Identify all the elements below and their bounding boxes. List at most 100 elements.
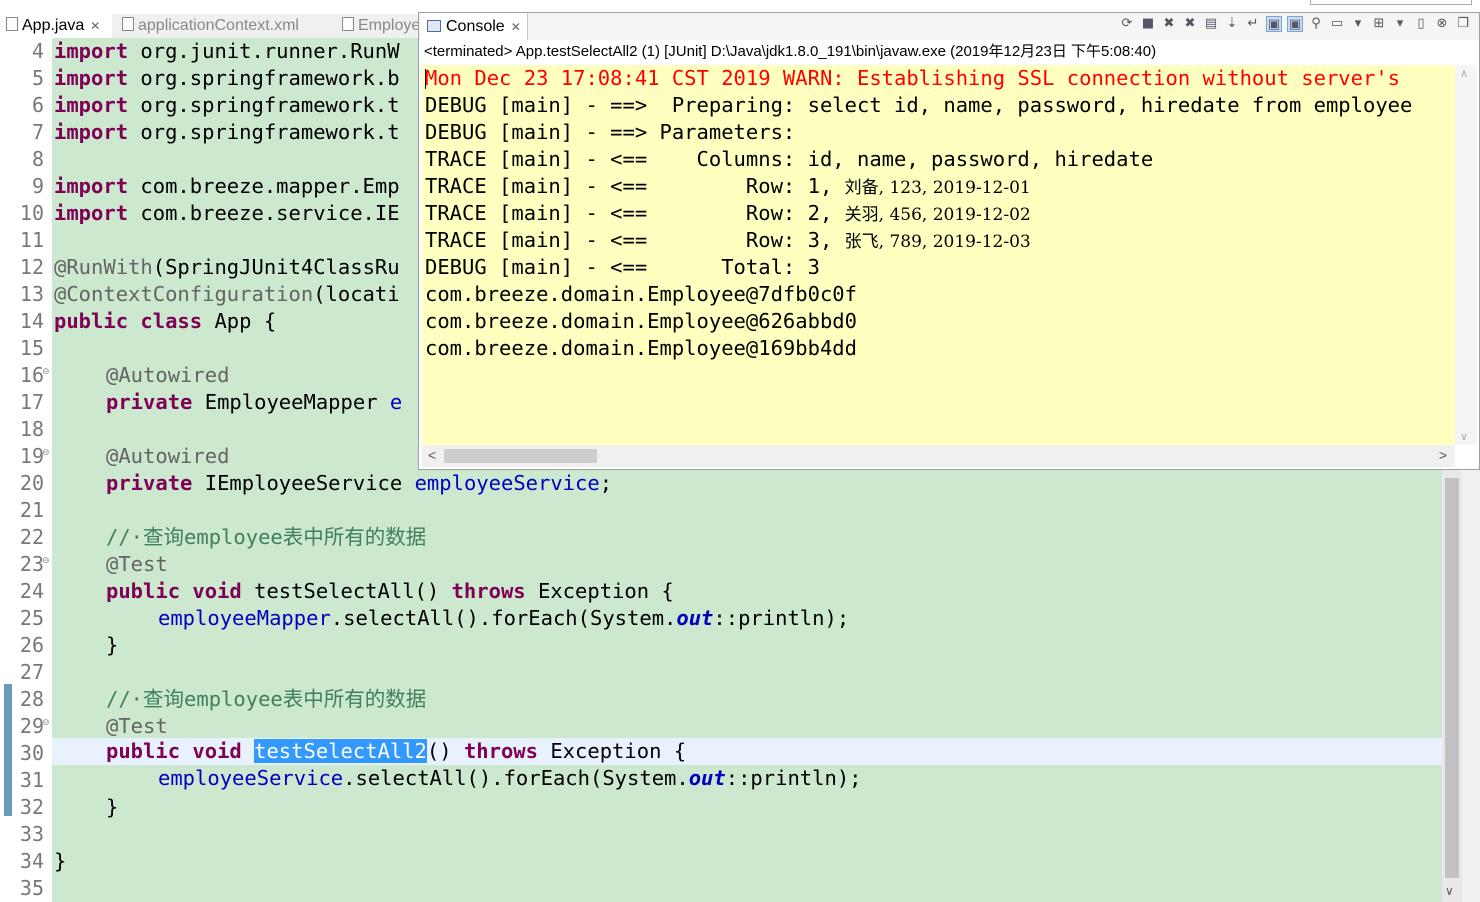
show-on-stdout-icon[interactable]: ▣ [1266, 16, 1282, 32]
code-text: com.breeze.mapper.Emp [128, 174, 400, 198]
tab-label: Employe [358, 17, 420, 34]
keyword: import [54, 120, 129, 144]
code-line: private IEmployeeService employeeService… [106, 470, 612, 497]
code-line: import org.springframework.t [54, 92, 400, 119]
show-on-stderr-icon[interactable]: ▣ [1287, 16, 1303, 32]
keyword: import [54, 66, 129, 90]
code-text: IEmployeeService [192, 471, 415, 495]
pin-console-icon[interactable]: ⚲ [1308, 16, 1324, 32]
line-number: 16 [19, 363, 44, 387]
code-line: @Autowired [106, 443, 229, 470]
code-line: public void testSelectAll() throws Excep… [106, 578, 674, 605]
chevron-down-icon[interactable]: ∨ [1460, 430, 1468, 443]
code-text: ::println); [713, 606, 850, 630]
tab-application-context-xml[interactable]: applicationContext.xml [116, 14, 336, 38]
code-line: @Autowired [106, 362, 229, 389]
maximize-icon[interactable]: ⊗ [1434, 16, 1450, 32]
output-prefix: TRACE [main] - <== Row: 1, [425, 174, 845, 198]
line-number: 35 [19, 876, 44, 900]
line-number: 21 [19, 498, 44, 522]
output-line: TRACE [main] - <== Row: 2, 关羽, 456, 2019… [425, 200, 1031, 227]
word-wrap-icon[interactable]: ↵ [1245, 16, 1261, 32]
close-icon[interactable]: ✕ [511, 20, 521, 34]
line-number: 13 [19, 282, 44, 306]
code-text: Exception { [525, 579, 674, 603]
line-number: 22 [19, 525, 44, 549]
code-text: (SpringJUnit4ClassRu [152, 255, 400, 279]
remove-launch-icon[interactable]: ✖ [1161, 16, 1177, 32]
output-line: TRACE [main] - <== Columns: id, name, pa… [425, 147, 1154, 171]
line-number: 32 [19, 795, 44, 819]
line-number: 18 [19, 417, 44, 441]
minimize-icon[interactable]: ▯ [1413, 16, 1429, 32]
open-dropdown-icon[interactable]: ▾ [1392, 16, 1408, 32]
sync-icon[interactable]: ⟳ [1119, 16, 1135, 32]
chevron-down-icon[interactable]: ∨ [1445, 884, 1454, 898]
output-prefix: TRACE [main] - <== Row: 3, [425, 228, 845, 252]
chevron-left-icon[interactable]: < [428, 447, 436, 463]
line-number: 25 [19, 606, 44, 630]
code-line: import org.junit.runner.RunW [54, 38, 400, 65]
line-number: 27 [19, 660, 44, 684]
clear-console-icon[interactable]: ▤ [1203, 16, 1219, 32]
tab-label: Console [446, 18, 505, 35]
line-number: 29 [19, 714, 44, 738]
field-name: employeeService [158, 766, 344, 790]
restore-icon[interactable]: ❐ [1455, 16, 1471, 32]
editor-vertical-scrollbar[interactable]: ∨ [1442, 470, 1480, 902]
fold-icon[interactable]: ⊖ [42, 441, 50, 468]
display-dropdown-icon[interactable]: ▾ [1350, 16, 1366, 32]
line-number: 11 [19, 228, 44, 252]
chevron-right-icon[interactable]: > [1439, 447, 1447, 463]
field-name: e [389, 390, 403, 414]
keyword: import [54, 201, 129, 225]
display-console-icon[interactable]: ▭ [1329, 16, 1345, 32]
fold-icon[interactable]: ⊖ [42, 549, 50, 576]
field-name: employeeService [414, 471, 600, 495]
code-text: .selectAll().forEach(System. [330, 606, 677, 630]
code-line: } [106, 633, 119, 657]
scroll-thumb[interactable] [1445, 478, 1459, 878]
output-line: Mon Dec 23 17:08:41 CST 2019 WARN: Estab… [425, 66, 1401, 90]
code-text: Exception { [538, 739, 687, 763]
code-comment: //·查询employee表中所有的数据 [106, 687, 427, 711]
console-horizontal-scrollbar[interactable]: < > [422, 445, 1455, 467]
static-field: out [676, 606, 714, 630]
xml-file-icon [122, 17, 134, 31]
code-text: ; [599, 471, 613, 495]
line-number: 17 [19, 390, 44, 414]
selected-method-name[interactable]: testSelectAll2 [254, 739, 427, 763]
annotation: @Autowired [106, 363, 230, 387]
tab-employee[interactable]: Employe [336, 14, 420, 38]
output-row-data: 刘备, 123, 2019-12-01 [844, 178, 1031, 198]
scroll-lock-icon[interactable]: ⇣ [1224, 16, 1240, 32]
close-icon[interactable]: ✕ [90, 19, 100, 33]
output-row-data: 张飞, 789, 2019-12-03 [844, 232, 1031, 252]
code-line: import com.breeze.mapper.Emp [54, 173, 400, 200]
scroll-thumb[interactable] [444, 449, 597, 463]
console-output[interactable]: Mon Dec 23 17:08:41 CST 2019 WARN: Estab… [422, 65, 1455, 445]
keyword: import [54, 39, 129, 63]
line-number: 33 [19, 822, 44, 846]
line-number: 5 [31, 66, 44, 90]
output-row-data: 关羽, 456, 2019-12-02 [844, 205, 1031, 225]
code-text: org.junit.runner.RunW [128, 39, 400, 63]
chevron-up-icon[interactable]: ∧ [1460, 67, 1468, 80]
console-status-line: <terminated> App.testSelectAll2 (1) [JUn… [424, 43, 1157, 60]
terminate-icon[interactable]: ■ [1140, 16, 1156, 32]
open-console-icon[interactable]: ⊞ [1371, 16, 1387, 32]
console-vertical-scrollbar[interactable]: ∧ ∨ [1455, 65, 1477, 445]
code-line: public void testSelectAll2() throws Exce… [106, 738, 686, 765]
line-number: 19 [19, 444, 44, 468]
fold-icon[interactable]: ⊖ [42, 360, 50, 387]
field-name: employeeMapper [158, 606, 331, 630]
tab-console[interactable]: Console ✕ [421, 13, 528, 40]
console-icon [427, 20, 441, 32]
code-text: EmployeeMapper [192, 390, 390, 414]
line-number-gutter[interactable]: 4 5 6 7 8 9 10 11 12 13 14 15 16 17 18 19 20 21 22 23 24 25 26… [0, 38, 52, 902]
tab-app-java[interactable]: App.java ✕ [0, 14, 112, 38]
code-line: employeeService.selectAll().forEach(Syst… [158, 765, 862, 792]
fold-icon[interactable]: ⊖ [42, 711, 50, 738]
tab-label: App.java [22, 17, 85, 34]
remove-all-icon[interactable]: ✖ [1182, 16, 1198, 32]
